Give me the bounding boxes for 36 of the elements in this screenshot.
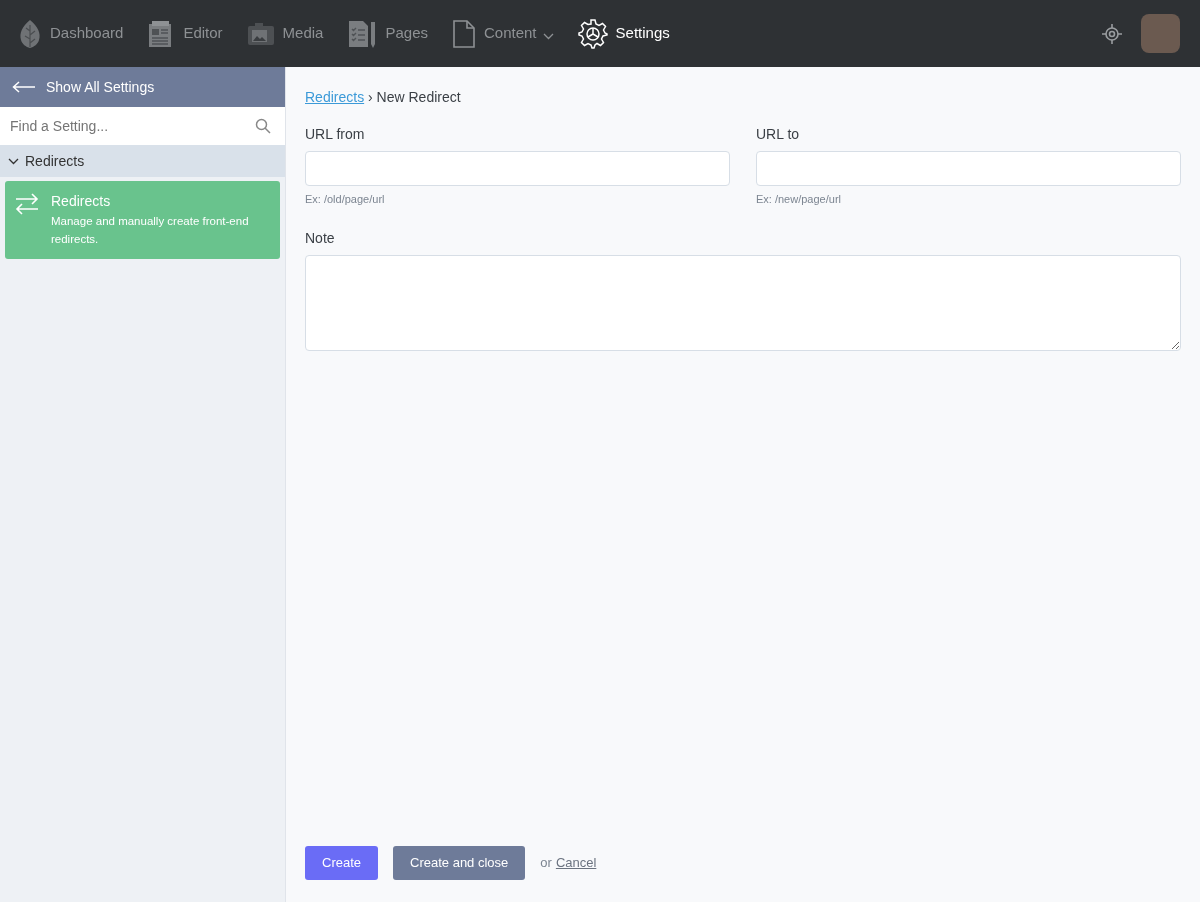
avatar-placeholder[interactable] [1141, 14, 1180, 53]
document-icon [452, 18, 476, 49]
field-label: URL to [756, 125, 801, 144]
breadcrumb-link[interactable]: Redirects [305, 89, 365, 105]
field-hint: Ex: /new/page/url [756, 192, 842, 207]
breadcrumb-separator: › [368, 89, 373, 105]
note-field[interactable] [305, 254, 1181, 351]
create-button[interactable]: Create [305, 846, 379, 880]
nav-tab[interactable]: Settings [577, 18, 670, 49]
nav-tab[interactable]: Content [452, 18, 554, 49]
field-label: URL from [305, 125, 366, 144]
nav-tab[interactable]: Dashboard [18, 18, 124, 49]
leaf-icon [18, 18, 42, 49]
search-icon[interactable] [255, 118, 271, 134]
create-and-close-button[interactable]: Create and close [393, 846, 526, 880]
field-label: Note [305, 228, 336, 248]
nav-tab[interactable]: Pages [347, 18, 428, 49]
nav-tab[interactable]: Editor [147, 19, 223, 48]
cancel-link[interactable]: Cancel [555, 853, 597, 873]
input-field[interactable] [756, 151, 1181, 186]
nav-tab[interactable]: Media [246, 20, 324, 47]
breadcrumb-current: New Redirect [376, 89, 461, 105]
checklist-icon [347, 18, 378, 49]
search-field[interactable]: Find a Setting... [0, 107, 285, 145]
chevron-down-icon [8, 157, 19, 165]
group-header[interactable]: Redirects [0, 145, 285, 177]
swap-arrows-icon [15, 193, 39, 215]
input-field[interactable] [305, 151, 730, 186]
back-button[interactable]: Show All Settings [0, 67, 285, 107]
field-hint: Ex: /old/page/url [305, 192, 386, 207]
setting-item[interactable]: Redirects Manage and manually create front-end redirects. [5, 181, 280, 259]
crosshair-icon[interactable] [1101, 22, 1123, 45]
arrow-left-icon [12, 81, 36, 93]
or-text: or [540, 854, 552, 873]
camera-icon [246, 20, 275, 47]
gear-icon [577, 18, 608, 49]
